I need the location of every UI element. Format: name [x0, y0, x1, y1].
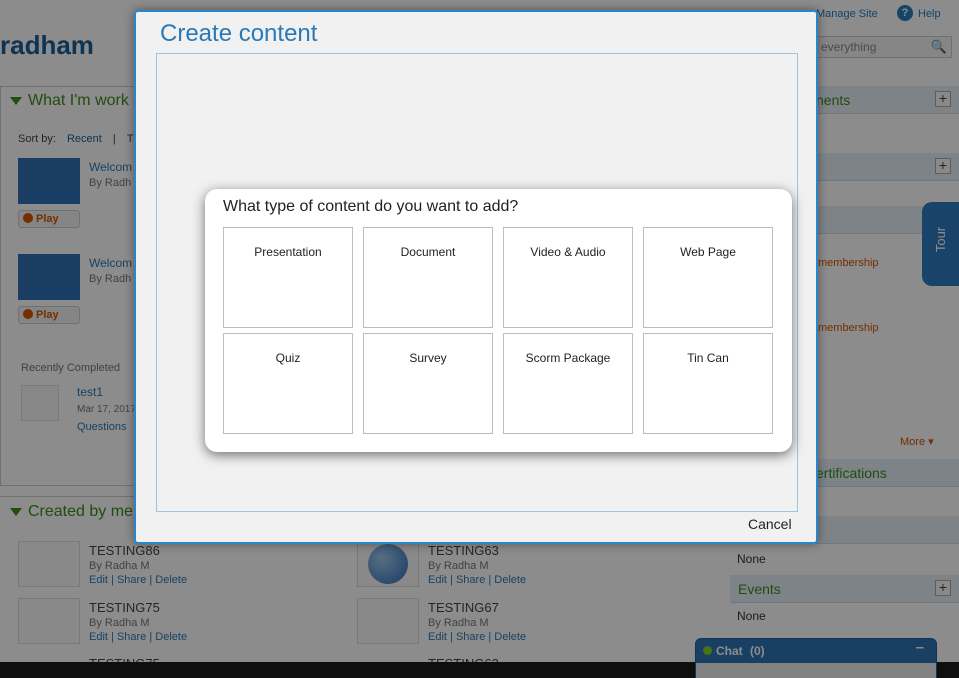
option-presentation[interactable]: Presentation: [223, 227, 353, 328]
picker-question: What type of content do you want to add?: [223, 198, 519, 215]
cancel-button[interactable]: Cancel: [748, 516, 792, 532]
option-quiz[interactable]: Quiz: [223, 333, 353, 434]
option-tin-can[interactable]: Tin Can: [643, 333, 773, 434]
content-type-picker: What type of content do you want to add?…: [205, 189, 792, 452]
dialog-title: Create content: [160, 20, 318, 47]
option-document[interactable]: Document: [363, 227, 493, 328]
option-scorm-package[interactable]: Scorm Package: [503, 333, 633, 434]
option-web-page[interactable]: Web Page: [643, 227, 773, 328]
option-video-audio[interactable]: Video & Audio: [503, 227, 633, 328]
create-content-dialog: Create content What type of content do y…: [134, 10, 818, 544]
option-survey[interactable]: Survey: [363, 333, 493, 434]
dialog-content-area: What type of content do you want to add?…: [156, 53, 798, 512]
